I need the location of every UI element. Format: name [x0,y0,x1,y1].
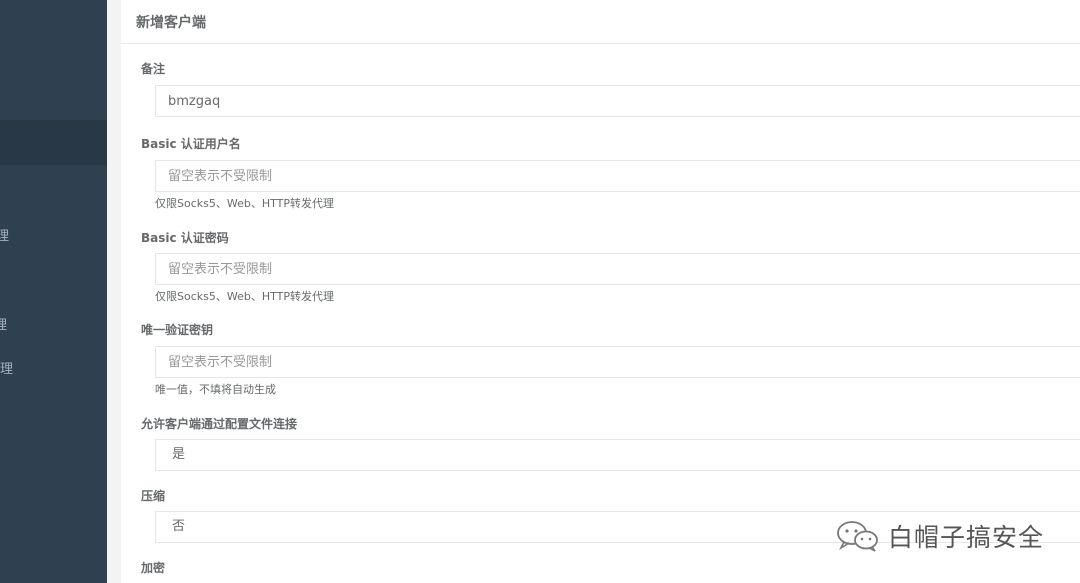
basic-username-input[interactable] [155,160,1080,192]
remark-label: 备注 [141,62,166,76]
wechat-icon [837,521,878,552]
sidebar-active-item[interactable] [0,120,107,165]
compress-label: 压缩 [141,489,166,503]
form-panel: 新增客户端 备注 Basic 认证用户名 仅限Socks5、Web、HTTP转发… [121,0,1080,583]
watermark-text: 白帽子搞安全 [888,523,1045,552]
remark-input[interactable] [155,85,1080,117]
vkey-help: 唯一值，不填将自动生成 [155,383,276,396]
sidebar-item-partial[interactable]: 理 [0,314,7,333]
sidebar-item-partial[interactable]: 理 [0,225,9,244]
watermark: 白帽子搞安全 [836,518,1044,554]
config-conn-value: 是 [172,447,186,462]
config-conn-label: 允许客户端通过配置文件连接 [141,417,298,431]
page-title: 新增客户端 [136,15,206,31]
basic-user-help: 仅限Socks5、Web、HTTP转发代理 [155,197,334,210]
basic-password-input[interactable] [155,253,1080,285]
basic-user-label: Basic 认证用户名 [141,137,241,151]
compress-value: 否 [172,519,186,534]
vkey-label: 唯一验证密钥 [141,323,214,337]
config-conn-select[interactable]: 是 [155,439,1080,471]
crypt-label: 加密 [141,561,166,575]
sidebar-item-label: 理 [0,229,10,244]
sidebar-item-label: 理 [0,318,8,333]
sidebar-item-partial[interactable]: 理 [0,358,13,377]
basic-pass-label: Basic 认证密码 [141,231,229,245]
sidebar-item-label: 理 [0,362,14,377]
vkey-input[interactable] [155,346,1080,378]
basic-pass-help: 仅限Socks5、Web、HTTP转发代理 [155,290,334,303]
title-divider [121,43,1080,44]
sidebar: 理 · 理 理 [0,0,107,583]
